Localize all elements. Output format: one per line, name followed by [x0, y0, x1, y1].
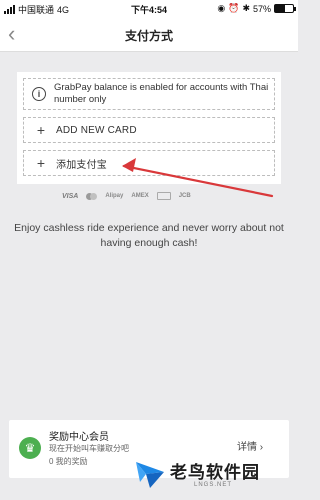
bluetooth-icon: ✱	[242, 3, 250, 13]
info-icon: i	[32, 87, 46, 101]
amex-logo: AMEX	[131, 193, 149, 199]
mastercard-logo	[86, 192, 98, 200]
unionpay-logo	[156, 192, 171, 200]
battery-percent: 57%	[252, 3, 271, 14]
add-new-card-button[interactable]: + ADD NEW CARD	[23, 117, 275, 143]
rewards-details-link[interactable]: 详情 ›	[237, 438, 263, 453]
add-card-label: ADD NEW CARD	[56, 124, 137, 136]
nav-header: ‹ 支付方式	[0, 18, 298, 52]
plus-icon: +	[36, 122, 46, 138]
notice-text: GrabPay balance is enabled for accounts …	[54, 82, 269, 105]
rewards-subtitle: 现在开始叫车赚取分吧	[49, 444, 129, 453]
card-logos: VISA Alipay AMEX JCB	[62, 191, 242, 201]
watermark: 老鸟软件园 LNGS.NET	[130, 454, 298, 500]
plus-icon: +	[36, 155, 46, 171]
visa-logo: VISA	[62, 192, 79, 200]
watermark-url: LNGS.NET	[194, 482, 233, 488]
page-title: 支付方式	[124, 29, 173, 43]
jcb-logo: JCB	[178, 193, 191, 199]
rewards-points: 0 我的奖励	[49, 457, 88, 466]
lock-rotation-icon: ◉	[217, 3, 226, 13]
status-bar: 中国联通 4G 下午4:54 ◉ ⏰ ✱ 57%	[0, 0, 298, 18]
battery-icon	[274, 4, 296, 13]
status-right: ◉ ⏰ ✱ 57%	[217, 3, 296, 14]
alipay-logo: Alipay	[105, 193, 124, 199]
bird-logo-icon	[136, 462, 164, 488]
battery-fill	[275, 5, 286, 12]
watermark-brand: 老鸟软件园	[170, 463, 260, 482]
grabpay-notice: i GrabPay balance is enabled for account…	[23, 78, 275, 110]
rewards-title: 奖励中心会员	[49, 432, 109, 443]
add-alipay-button[interactable]: + 添加支付宝	[23, 150, 275, 176]
cashless-description: Enjoy cashless ride experience and never…	[14, 222, 284, 249]
payment-methods-panel: i GrabPay balance is enabled for account…	[17, 72, 281, 184]
alarm-icon: ⏰	[228, 3, 240, 13]
crown-icon: ♛	[19, 437, 41, 459]
add-alipay-label: 添加支付宝	[56, 159, 107, 171]
